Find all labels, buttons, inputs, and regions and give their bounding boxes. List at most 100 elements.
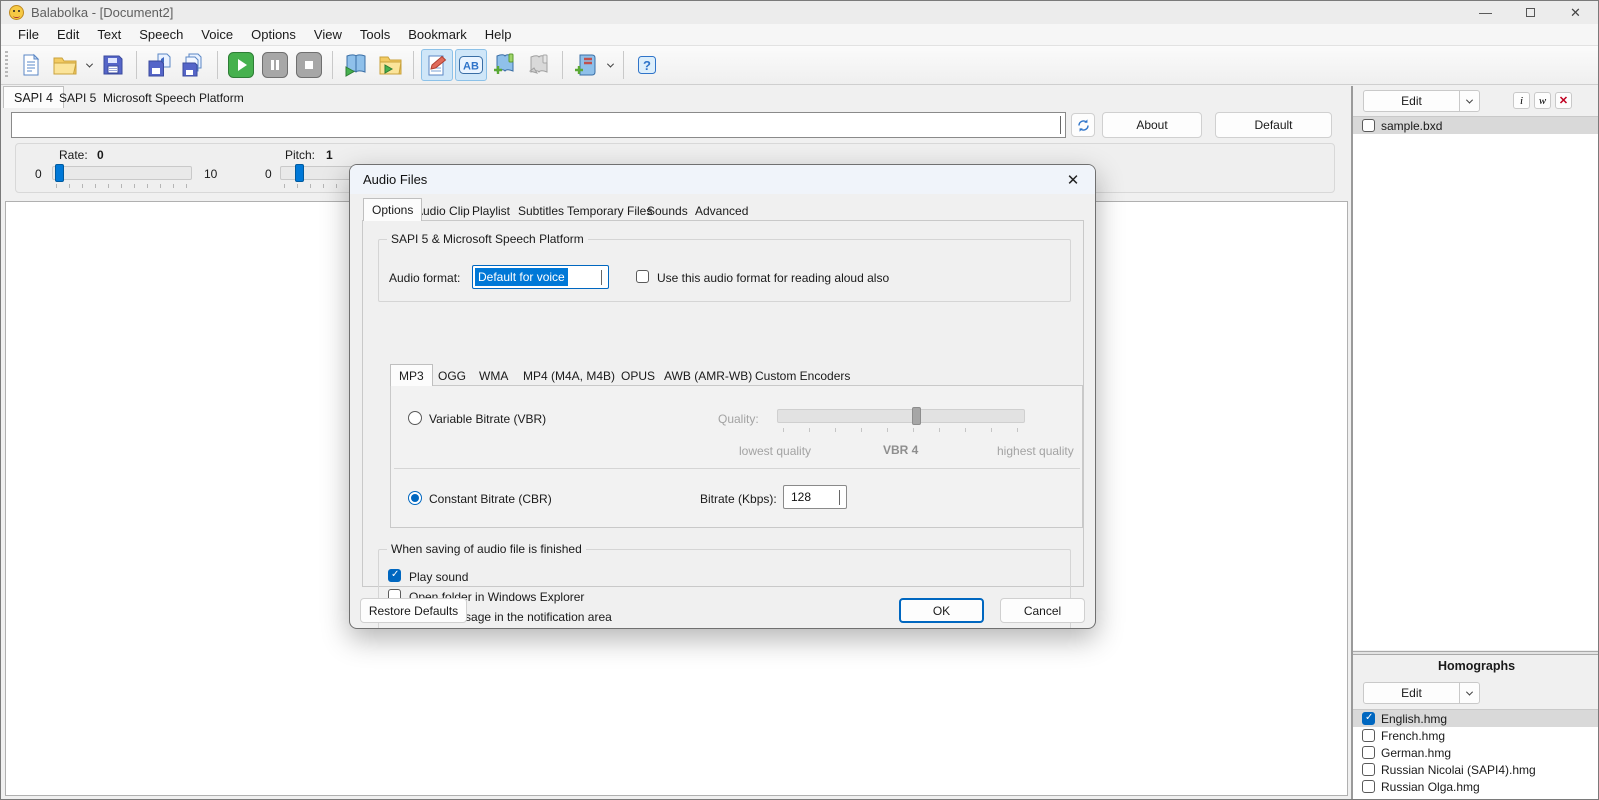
- app-icon: [9, 5, 24, 20]
- menu-edit[interactable]: Edit: [48, 24, 88, 45]
- homographs-edit-button[interactable]: Edit: [1363, 682, 1480, 704]
- tab-custom-encoders[interactable]: Custom Encoders: [747, 366, 858, 386]
- tab-wma[interactable]: WMA: [471, 366, 516, 386]
- menu-speech[interactable]: Speech: [130, 24, 192, 45]
- add-bookmark-list-icon[interactable]: [570, 49, 602, 81]
- read-and-save-book-icon[interactable]: [340, 49, 372, 81]
- files-edit-button[interactable]: Edit: [1363, 90, 1480, 112]
- use-format-label: Use this audio format for reading aloud …: [657, 271, 889, 285]
- dialog-title: Audio Files: [363, 172, 427, 187]
- refresh-voices-button[interactable]: [1071, 113, 1095, 137]
- checkbox-unchecked-icon[interactable]: [1362, 746, 1375, 759]
- bitrate-select[interactable]: 128: [783, 485, 847, 509]
- panel-splitter[interactable]: [1353, 651, 1599, 655]
- open-folder-icon[interactable]: [49, 49, 81, 81]
- tab-mp3[interactable]: MP3: [390, 364, 433, 386]
- tab-ogg[interactable]: OGG: [430, 366, 474, 386]
- tab-mp4[interactable]: MP4 (M4A, M4B): [515, 366, 623, 386]
- file-label: sample.bxd: [1381, 119, 1442, 133]
- restore-icon: [1526, 8, 1535, 17]
- files-edit-dropdown[interactable]: [1459, 91, 1479, 111]
- list-item-russian-olga-hmg[interactable]: Russian Olga.hmg: [1353, 778, 1599, 795]
- pitch-label: Pitch:: [285, 148, 315, 162]
- list-item-russian-nicolai-hmg[interactable]: Russian Nicolai (SAPI4).hmg: [1353, 761, 1599, 778]
- help-icon[interactable]: ?: [631, 49, 663, 81]
- menu-tools[interactable]: Tools: [351, 24, 399, 45]
- close-file-button[interactable]: ✕: [1555, 92, 1572, 109]
- restore-button[interactable]: [1508, 1, 1553, 24]
- play-icon[interactable]: [225, 49, 257, 81]
- minimize-button[interactable]: —: [1463, 1, 1508, 24]
- audio-format-select[interactable]: Default for voice: [472, 265, 609, 289]
- about-button[interactable]: About: [1102, 112, 1202, 138]
- dictionary-ab-icon[interactable]: AB: [455, 49, 487, 81]
- add-dictionary-icon[interactable]: [489, 49, 521, 81]
- new-document-icon[interactable]: [15, 49, 47, 81]
- quality-slider: [777, 409, 1025, 423]
- info-button[interactable]: i: [1513, 92, 1530, 109]
- highest-quality-label: highest quality: [997, 444, 1074, 458]
- dialog-close-icon[interactable]: ✕: [1061, 168, 1085, 192]
- homograph-label: German.hmg: [1381, 746, 1451, 760]
- menu-file[interactable]: File: [9, 24, 48, 45]
- svg-text:AB: AB: [463, 61, 479, 73]
- open-folder-dropdown[interactable]: [82, 49, 96, 81]
- window-title: Balabolka - [Document2]: [31, 5, 173, 20]
- cancel-button[interactable]: Cancel: [1000, 598, 1085, 623]
- ok-button[interactable]: OK: [899, 598, 984, 623]
- engine-tabs: SAPI 4 SAPI 5 Microsoft Speech Platform: [1, 86, 1348, 108]
- list-item-sample-bxd[interactable]: sample.bxd: [1353, 117, 1599, 134]
- rate-slider-thumb[interactable]: [55, 164, 64, 182]
- cbr-radio[interactable]: [408, 491, 422, 505]
- save-icon[interactable]: [97, 49, 129, 81]
- menu-view[interactable]: View: [305, 24, 351, 45]
- title-bar: Balabolka - [Document2] — ✕: [1, 1, 1598, 24]
- tab-options[interactable]: Options: [363, 198, 422, 221]
- toolbar-separator: [413, 51, 414, 79]
- pitch-slider-thumb[interactable]: [295, 164, 304, 182]
- lowest-quality-label: lowest quality: [739, 444, 811, 458]
- tab-microsoft-speech-platform[interactable]: Microsoft Speech Platform: [93, 87, 254, 108]
- remove-dictionary-icon[interactable]: [523, 49, 555, 81]
- spell-check-icon[interactable]: [421, 49, 453, 81]
- pause-icon[interactable]: [259, 49, 291, 81]
- pitch-min: 0: [265, 167, 272, 181]
- quality-slider-thumb: [912, 407, 921, 425]
- open-audio-folder-icon[interactable]: [374, 49, 406, 81]
- toolbar-grip[interactable]: [5, 51, 8, 79]
- menu-bookmark[interactable]: Bookmark: [399, 24, 476, 45]
- add-bookmark-dropdown[interactable]: [603, 49, 617, 81]
- list-item-english-hmg[interactable]: English.hmg: [1353, 710, 1599, 727]
- menu-help[interactable]: Help: [476, 24, 521, 45]
- checkbox-unchecked-icon[interactable]: [1362, 763, 1375, 776]
- vbr-label: Variable Bitrate (VBR): [429, 412, 546, 426]
- checkbox-unchecked-icon[interactable]: [1362, 119, 1375, 132]
- play-sound-checkbox[interactable]: [388, 569, 401, 582]
- homographs-edit-dropdown[interactable]: [1459, 683, 1479, 703]
- list-item-german-hmg[interactable]: German.hmg: [1353, 744, 1599, 761]
- tab-advanced[interactable]: Advanced: [687, 200, 756, 221]
- vbr-radio[interactable]: [408, 411, 422, 425]
- files-list: sample.bxd: [1353, 116, 1599, 650]
- save-audio-file-icon[interactable]: [144, 49, 176, 81]
- rate-slider[interactable]: [52, 166, 192, 180]
- menu-voice[interactable]: Voice: [192, 24, 242, 45]
- stop-icon[interactable]: [293, 49, 325, 81]
- tab-awb[interactable]: AWB (AMR-WB): [656, 366, 760, 386]
- menu-options[interactable]: Options: [242, 24, 305, 45]
- homograph-label: Russian Nicolai (SAPI4).hmg: [1381, 763, 1536, 777]
- refresh-icon: [1076, 118, 1091, 133]
- checkbox-unchecked-icon[interactable]: [1362, 729, 1375, 742]
- voice-select[interactable]: [11, 112, 1066, 138]
- restore-defaults-button[interactable]: Restore Defaults: [360, 598, 467, 623]
- wordpress-button[interactable]: w: [1534, 92, 1551, 109]
- checkbox-unchecked-icon[interactable]: [1362, 780, 1375, 793]
- list-item-french-hmg[interactable]: French.hmg: [1353, 727, 1599, 744]
- checkbox-checked-icon[interactable]: [1362, 712, 1375, 725]
- use-format-checkbox[interactable]: [636, 270, 649, 283]
- homographs-edit-label: Edit: [1364, 683, 1459, 703]
- default-button[interactable]: Default: [1215, 112, 1332, 138]
- split-save-audio-icon[interactable]: [178, 49, 210, 81]
- close-button[interactable]: ✕: [1553, 1, 1598, 24]
- menu-text[interactable]: Text: [88, 24, 130, 45]
